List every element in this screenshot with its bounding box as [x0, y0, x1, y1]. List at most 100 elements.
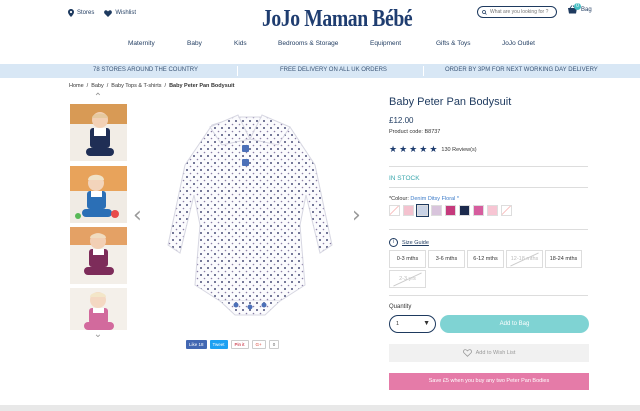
product-price: £12.00	[389, 116, 414, 125]
colour-swatch-selected[interactable]	[416, 204, 429, 217]
info-icon: i	[389, 238, 398, 247]
map-pin-icon	[68, 9, 74, 17]
bag-label: Bag	[581, 7, 592, 13]
caret-down-icon: ▼	[423, 320, 430, 327]
colour-swatch[interactable]	[389, 205, 400, 216]
thumbnail-image	[70, 227, 127, 284]
breadcrumb-separator: /	[86, 83, 89, 89]
bag-count-badge: 0	[574, 3, 581, 10]
star-icon: ★	[399, 144, 408, 154]
colour-label: *Colour: Denim Ditsy Floral *	[389, 196, 459, 202]
facebook-like-button[interactable]: Like 18	[186, 340, 207, 349]
heart-outline-icon	[462, 349, 472, 357]
star-icon: ★	[389, 144, 398, 154]
main-product-image[interactable]	[150, 105, 350, 325]
divider	[389, 166, 588, 167]
social-share: Like 18 Tweet Pin it G+ 0	[186, 340, 280, 349]
site-logo[interactable]: JoJo Maman Bébé	[262, 6, 413, 33]
divider	[389, 229, 588, 230]
thumb-scroll-up-icon[interactable]: ⌃	[90, 93, 106, 103]
google-plus-button[interactable]: G+	[251, 340, 266, 349]
nav-item-bedrooms-storage[interactable]: Bedrooms & Storage	[278, 40, 338, 47]
promo-delivery[interactable]: FREE DELIVERY ON ALL UK ORDERS	[280, 67, 387, 73]
size-guide-link[interactable]: i Size Guide	[389, 238, 429, 247]
product-thumbnail[interactable]	[70, 104, 127, 161]
divider	[389, 187, 588, 188]
promo-next-day[interactable]: ORDER BY 3PM FOR NEXT WORKING DAY DELIVE…	[445, 67, 598, 73]
nav-item-kids[interactable]: Kids	[234, 40, 247, 47]
divider	[389, 295, 588, 296]
breadcrumb-home[interactable]: Home	[69, 83, 84, 89]
size-options: 0-3 mths 3-6 mths 6-12 mths 12-18 mths 1…	[389, 250, 589, 288]
heart-icon	[104, 9, 113, 17]
search-icon	[482, 9, 487, 15]
thumbnail-image	[70, 288, 127, 330]
star-icon: ★	[429, 144, 438, 154]
page-scroll-edge	[0, 405, 640, 411]
colour-value: Denim Ditsy Floral *	[410, 196, 459, 202]
breadcrumb-baby[interactable]: Baby	[91, 83, 104, 89]
pinterest-button[interactable]: Pin it	[230, 340, 249, 349]
utility-links: Stores Wishlist	[68, 9, 136, 17]
nav-item-baby[interactable]: Baby	[187, 40, 202, 47]
colour-swatch[interactable]	[403, 205, 414, 216]
breadcrumb-tops[interactable]: Baby Tops & T-shirts	[111, 83, 161, 89]
breadcrumb-separator: /	[164, 83, 167, 89]
product-thumbnail[interactable]	[70, 227, 127, 284]
product-thumbnail[interactable]	[70, 166, 127, 223]
colour-label-text: *Colour:	[389, 196, 409, 202]
size-option[interactable]: 18-24 mths	[545, 250, 582, 268]
promo-bar: 78 STORES AROUND THE COUNTRY FREE DELIVE…	[0, 64, 640, 78]
colour-swatch[interactable]	[445, 205, 456, 216]
quantity-value: 1	[396, 321, 400, 327]
quantity-select[interactable]: 1 ▼	[389, 315, 436, 333]
size-option[interactable]: 0-3 mths	[389, 250, 426, 268]
bag-button[interactable]: 0 Bag	[567, 3, 592, 15]
tweet-button[interactable]: Tweet	[209, 340, 228, 349]
nav-item-jojo-outlet[interactable]: JoJo Outlet	[502, 40, 535, 47]
add-to-bag-button[interactable]: Add to Bag	[440, 315, 589, 333]
search-input[interactable]	[490, 9, 552, 15]
star-icon: ★	[409, 144, 418, 154]
prev-image-chevron-icon[interactable]: ‹	[133, 203, 142, 228]
nav-item-equipment[interactable]: Equipment	[370, 40, 401, 47]
size-option[interactable]: 6-12 mths	[467, 250, 504, 268]
wishlist-button-label: Add to Wish List	[475, 350, 516, 356]
size-option-unavailable: 2-3 yrs	[389, 270, 426, 288]
promo-divider	[237, 66, 238, 76]
nav-item-gifts-toys[interactable]: Gifts & Toys	[436, 40, 471, 47]
size-option-unavailable: 12-18 mths	[506, 250, 543, 268]
bodysuit-image	[167, 114, 333, 316]
thumb-scroll-down-icon[interactable]: ⌄	[90, 330, 106, 340]
colour-swatch[interactable]	[431, 205, 442, 216]
wishlist-link[interactable]: Wishlist	[104, 9, 136, 17]
thumbnail-image	[70, 104, 127, 161]
product-thumbnail[interactable]	[70, 288, 127, 330]
colour-swatch[interactable]	[501, 205, 512, 216]
promo-stores[interactable]: 78 STORES AROUND THE COUNTRY	[93, 67, 198, 73]
stores-link[interactable]: Stores	[68, 9, 94, 17]
breadcrumb: Home / Baby / Baby Tops & T-shirts / Bab…	[69, 83, 234, 89]
search-box[interactable]	[477, 6, 557, 18]
breadcrumb-separator: /	[106, 83, 109, 89]
product-title: Baby Peter Pan Bodysuit	[389, 96, 512, 108]
star-icon: ★	[419, 144, 428, 154]
colour-swatch[interactable]	[473, 205, 484, 216]
product-code: Product code: B8737	[389, 129, 441, 135]
quantity-label: Quantity	[389, 304, 412, 310]
rating[interactable]: ★ ★ ★ ★ ★ 130 Review(s)	[389, 145, 477, 154]
size-option[interactable]: 3-6 mths	[428, 250, 465, 268]
colour-swatch[interactable]	[459, 205, 470, 216]
stock-status: IN STOCK	[389, 175, 420, 182]
size-guide-label: Size Guide	[402, 239, 429, 246]
google-plus-count: 0	[268, 340, 280, 349]
add-to-wishlist-button[interactable]: Add to Wish List	[389, 344, 589, 362]
multi-buy-offer-button[interactable]: Save £5 when you buy any two Peter Pan B…	[389, 373, 589, 390]
nav-item-maternity[interactable]: Maternity	[128, 40, 155, 47]
stores-label: Stores	[77, 10, 95, 16]
next-image-chevron-icon[interactable]: ›	[352, 203, 361, 228]
breadcrumb-current: Baby Peter Pan Bodysuit	[169, 83, 235, 89]
review-count[interactable]: 130 Review(s)	[441, 147, 476, 153]
colour-swatch[interactable]	[487, 205, 498, 216]
main-nav: Maternity Baby Kids Bedrooms & Storage E…	[0, 38, 640, 52]
